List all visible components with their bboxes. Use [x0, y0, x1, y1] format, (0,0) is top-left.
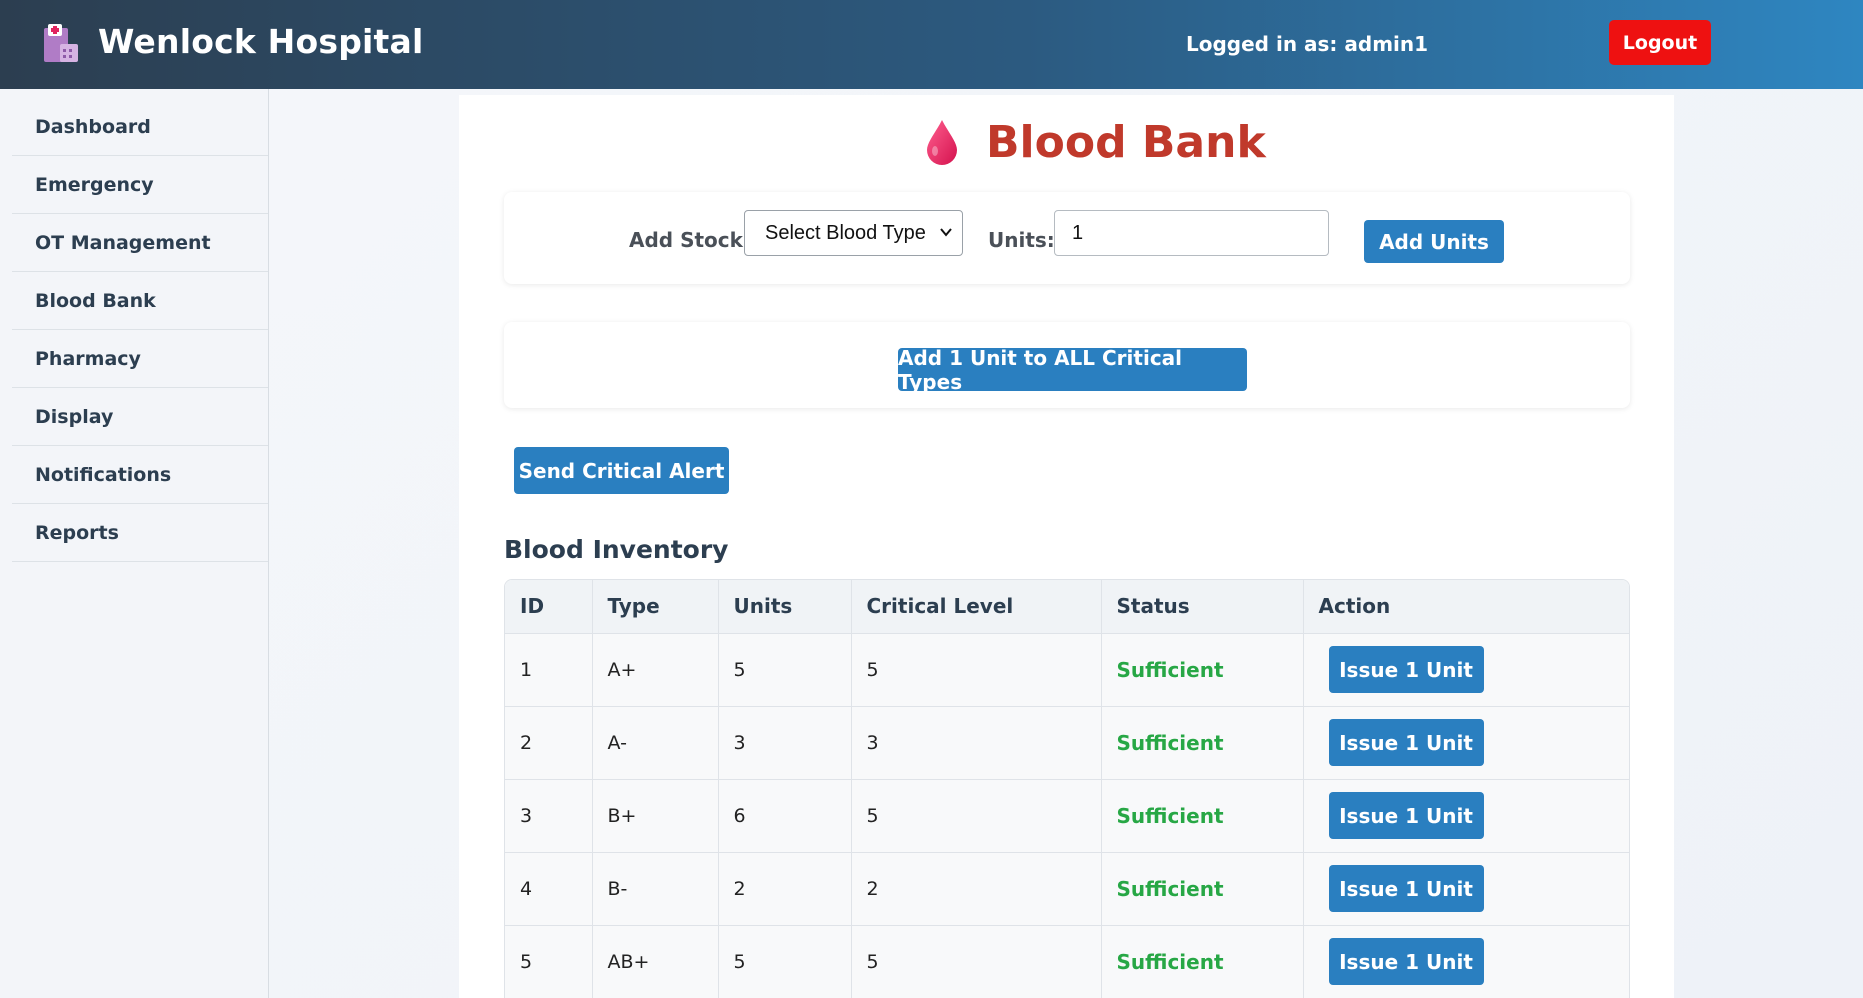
add-all-critical-button[interactable]: Add 1 Unit to ALL Critical Types: [898, 346, 1247, 394]
blood-type-select[interactable]: Select Blood Type: [744, 210, 963, 256]
cell-id: 5: [505, 925, 593, 998]
cell-type: B-: [592, 852, 719, 926]
table-row: 4 B- 2 2 Sufficient Issue 1 Unit: [505, 852, 1629, 926]
units-input-value: 1: [1072, 221, 1084, 244]
add-stock-label: Add Stock:: [629, 228, 751, 252]
sidebar-item-dashboard[interactable]: Dashboard: [12, 98, 268, 156]
cell-status: Sufficient: [1101, 925, 1304, 998]
table-header-row: ID Type Units Critical Level Status Acti…: [505, 580, 1629, 634]
inventory-title: Blood Inventory: [504, 535, 729, 564]
cell-status: Sufficient: [1101, 852, 1304, 926]
sidebar: Dashboard Emergency OT Management Blood …: [0, 89, 269, 998]
cell-units: 5: [718, 925, 852, 998]
cell-status: Sufficient: [1101, 779, 1304, 853]
cell-id: 1: [505, 633, 593, 707]
cell-action: Issue 1 Unit: [1303, 779, 1629, 853]
cell-critical-level: 5: [851, 633, 1102, 707]
cell-action: Issue 1 Unit: [1303, 925, 1629, 998]
column-header-id: ID: [505, 580, 593, 634]
cell-action: Issue 1 Unit: [1303, 633, 1629, 707]
logged-in-user: Logged in as: admin1: [1186, 32, 1429, 56]
page-title-row: Blood Bank: [924, 112, 1266, 172]
column-header-status: Status: [1101, 580, 1304, 634]
cell-status: Sufficient: [1101, 633, 1304, 707]
sidebar-item-pharmacy[interactable]: Pharmacy: [12, 330, 268, 388]
status-badge: Sufficient: [1116, 949, 1224, 974]
cell-id: 3: [505, 779, 593, 853]
table-row: 5 AB+ 5 5 Sufficient Issue 1 Unit: [505, 925, 1629, 998]
sidebar-item-reports[interactable]: Reports: [12, 504, 268, 562]
blood-drop-icon: [927, 120, 957, 165]
cell-id: 2: [505, 706, 593, 780]
issue-unit-button[interactable]: Issue 1 Unit: [1328, 719, 1484, 766]
top-header: Wenlock Hospital Logged in as: admin1 Lo…: [0, 0, 1863, 89]
inventory-table: ID Type Units Critical Level Status Acti…: [504, 579, 1630, 998]
units-label: Units:: [988, 228, 1055, 252]
column-header-critical-level: Critical Level: [851, 580, 1102, 634]
cell-type: AB+: [592, 925, 719, 998]
cell-units: 2: [718, 852, 852, 926]
page-title: Blood Bank: [986, 116, 1266, 168]
cell-units: 5: [718, 633, 852, 707]
status-badge: Sufficient: [1116, 657, 1224, 682]
issue-unit-button[interactable]: Issue 1 Unit: [1328, 938, 1484, 985]
blood-type-select-value: Select Blood Type: [765, 221, 926, 244]
cell-critical-level: 5: [851, 925, 1102, 998]
sidebar-item-ot-management[interactable]: OT Management: [12, 214, 268, 272]
app-title: Wenlock Hospital: [98, 22, 424, 61]
cell-type: A+: [592, 633, 719, 707]
status-badge: Sufficient: [1116, 803, 1224, 828]
issue-unit-button[interactable]: Issue 1 Unit: [1328, 865, 1484, 912]
column-header-units: Units: [718, 580, 852, 634]
units-input[interactable]: 1: [1054, 210, 1329, 256]
column-header-type: Type: [592, 580, 719, 634]
sidebar-item-emergency[interactable]: Emergency: [12, 156, 268, 214]
hospital-building-icon: [44, 24, 78, 62]
cell-id: 4: [505, 852, 593, 926]
table-row: 3 B+ 6 5 Sufficient Issue 1 Unit: [505, 779, 1629, 853]
chevron-down-icon: [940, 228, 952, 237]
table-row: 1 A+ 5 5 Sufficient Issue 1 Unit: [505, 633, 1629, 707]
cell-type: A-: [592, 706, 719, 780]
sidebar-item-blood-bank[interactable]: Blood Bank: [12, 272, 268, 330]
cell-units: 3: [718, 706, 852, 780]
sidebar-item-notifications[interactable]: Notifications: [12, 446, 268, 504]
logout-button[interactable]: Logout: [1609, 20, 1711, 65]
column-header-action: Action: [1303, 580, 1629, 634]
cell-critical-level: 5: [851, 779, 1102, 853]
cell-critical-level: 3: [851, 706, 1102, 780]
cell-action: Issue 1 Unit: [1303, 706, 1629, 780]
cell-status: Sufficient: [1101, 706, 1304, 780]
sidebar-item-display[interactable]: Display: [12, 388, 268, 446]
cell-type: B+: [592, 779, 719, 853]
table-row: 2 A- 3 3 Sufficient Issue 1 Unit: [505, 706, 1629, 780]
issue-unit-button[interactable]: Issue 1 Unit: [1328, 792, 1484, 839]
add-units-button[interactable]: Add Units: [1364, 220, 1504, 263]
send-critical-alert-button[interactable]: Send Critical Alert: [514, 447, 729, 494]
issue-unit-button[interactable]: Issue 1 Unit: [1328, 646, 1484, 693]
cell-critical-level: 2: [851, 852, 1102, 926]
cell-units: 6: [718, 779, 852, 853]
status-badge: Sufficient: [1116, 876, 1224, 901]
status-badge: Sufficient: [1116, 730, 1224, 755]
cell-action: Issue 1 Unit: [1303, 852, 1629, 926]
